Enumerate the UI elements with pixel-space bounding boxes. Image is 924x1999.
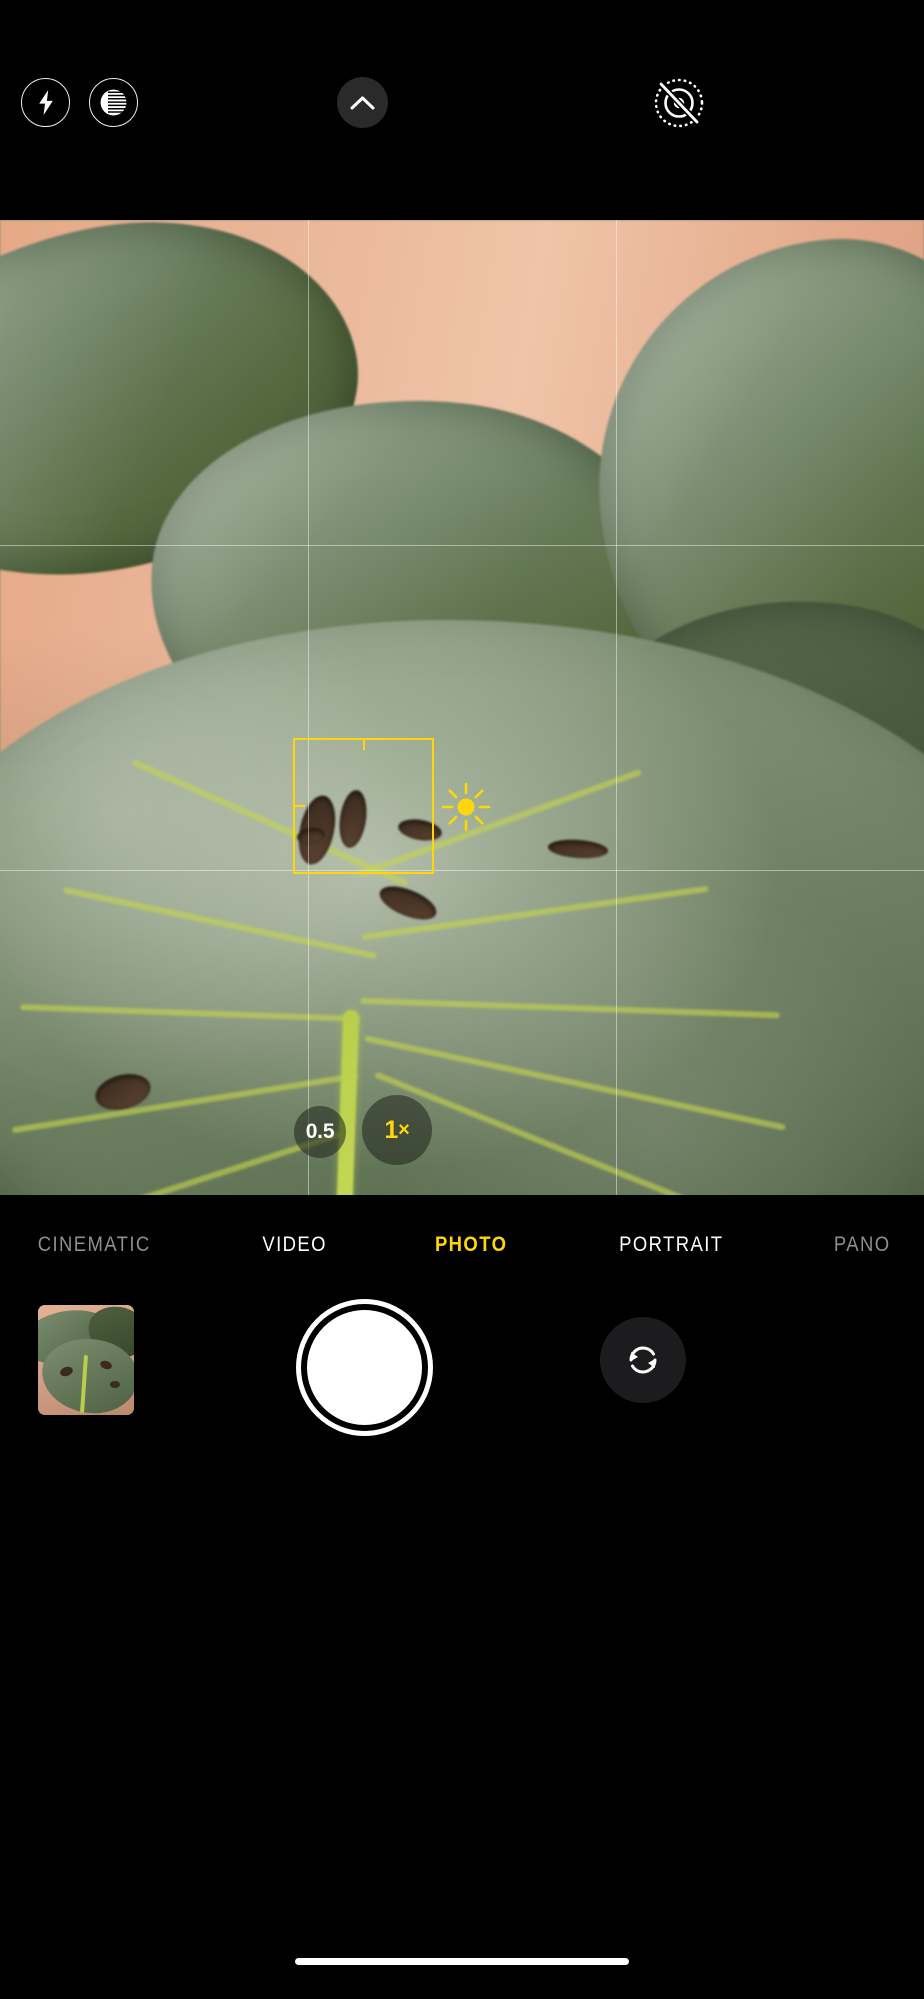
switch-camera-button[interactable] (600, 1317, 686, 1403)
photo-library-thumbnail-button[interactable] (38, 1305, 134, 1415)
mode-cinematic[interactable]: CINEMATIC (38, 1233, 151, 1257)
focus-reticle[interactable] (293, 738, 434, 874)
mode-video[interactable]: VIDEO (262, 1233, 327, 1257)
mode-portrait[interactable]: PORTRAIT (619, 1233, 723, 1257)
capture-mode-selector[interactable]: CINEMATIC VIDEO PHOTO PORTRAIT PANO (0, 1195, 924, 1295)
focus-tick-left (294, 805, 305, 807)
zoom-control-group: 0.5 1 × (294, 1095, 432, 1165)
mode-photo[interactable]: PHOTO (435, 1233, 507, 1257)
night-mode-icon (100, 89, 127, 116)
thumbnail-image (38, 1305, 134, 1415)
live-photo-button[interactable] (651, 75, 707, 131)
flash-button[interactable] (21, 78, 70, 127)
camera-bottom-control-bar (0, 1295, 924, 1999)
more-options-button[interactable] (337, 77, 388, 128)
zoom-option-1x[interactable]: 1 × (362, 1095, 432, 1165)
camera-flip-icon (629, 1346, 657, 1374)
zoom-option-label: 1 (384, 1115, 399, 1144)
chevron-up-icon (350, 96, 375, 109)
shutter-button-inner (307, 1310, 422, 1425)
home-indicator (295, 1958, 629, 1965)
focus-tick-top (362, 739, 365, 750)
mode-pano[interactable]: PANO (833, 1233, 890, 1257)
camera-viewfinder[interactable]: 0.5 1 × (0, 220, 924, 1195)
zoom-option-suffix: × (398, 1118, 410, 1141)
night-mode-button[interactable] (89, 78, 138, 127)
camera-top-control-bar (0, 0, 924, 220)
camera-app-screen: 0.5 1 × CINEMATIC VIDEO PHOTO PORTRAIT PA… (0, 0, 924, 1999)
shutter-button[interactable] (296, 1299, 433, 1436)
live-preview-image (0, 220, 924, 1195)
live-photo-off-icon (654, 78, 704, 128)
exposure-slider-handle[interactable] (441, 782, 491, 832)
sun-icon (441, 782, 491, 832)
zoom-option-label: 0.5 (305, 1120, 335, 1143)
flash-icon (38, 90, 53, 115)
zoom-option-0.5x[interactable]: 0.5 (294, 1106, 346, 1158)
